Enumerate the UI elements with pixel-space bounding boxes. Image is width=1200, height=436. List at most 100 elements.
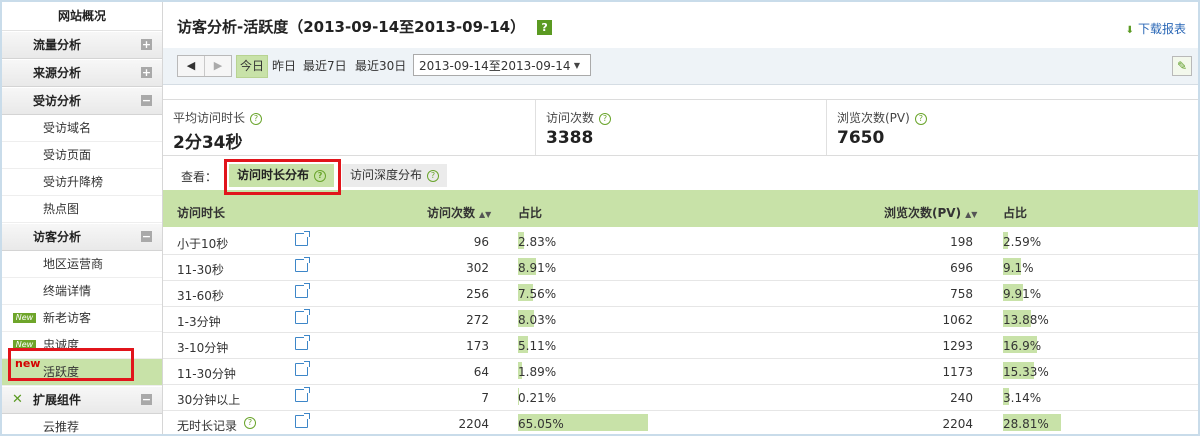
- pv-share-value: 2.59%: [1003, 235, 1042, 249]
- external-link-icon[interactable]: [295, 309, 310, 324]
- pv-share-value: 9.91%: [1003, 287, 1042, 301]
- new-badge: New: [13, 313, 36, 323]
- help-icon[interactable]: ?: [537, 20, 553, 35]
- column-header-label: 浏览次数(PV): [884, 206, 962, 220]
- collapse-icon[interactable]: −: [141, 95, 152, 106]
- help-icon[interactable]: ?: [599, 113, 612, 125]
- pageviews-value: 198: [950, 235, 973, 249]
- title-bar: 访客分析-活跃度（2013-09-14至2013-09-14）? ⬇ 下载报表: [163, 2, 1198, 49]
- sidebar-item-label: 终端详情: [43, 284, 92, 298]
- sidebar-section-extensions[interactable]: ✕ 扩展组件 −: [2, 386, 162, 414]
- range-yesterday-button[interactable]: 昨日: [272, 56, 296, 77]
- table-row: 3-10分钟 173 5.11% 1293 16.9%: [163, 332, 1198, 359]
- visits-value: 272: [466, 313, 489, 327]
- column-header-label: 访问次数: [427, 206, 476, 220]
- sidebar-item-label: 新老访客: [43, 311, 92, 325]
- external-link-icon[interactable]: [295, 361, 310, 376]
- pageviews-value: 240: [950, 391, 973, 405]
- expand-icon[interactable]: +: [141, 39, 152, 50]
- column-header-visits[interactable]: 访问次数 ▲▼: [427, 204, 491, 221]
- sidebar-item-new-returning[interactable]: New 新老访客: [2, 305, 162, 332]
- help-icon[interactable]: ?: [427, 170, 440, 182]
- sidebar-item-visited-domain[interactable]: 受访域名: [2, 115, 162, 142]
- download-icon: ⬇: [1125, 25, 1134, 36]
- kpi-value: 7650: [837, 128, 885, 148]
- visit-share-value: 7.56%: [518, 287, 557, 301]
- kpi-avg-duration: 平均访问时长? 2分34秒: [163, 100, 536, 155]
- column-header-visit-share: 占比: [518, 206, 543, 220]
- sidebar-item-rank-change[interactable]: 受访升降榜: [2, 169, 162, 196]
- kpi-pageviews: 浏览次数(PV)? 7650: [827, 100, 1197, 155]
- highlight-box-tab: [224, 159, 341, 195]
- expand-icon[interactable]: +: [141, 67, 152, 78]
- sort-icon: ▲▼: [479, 210, 492, 219]
- external-link-icon[interactable]: [295, 283, 310, 298]
- range-30days-button[interactable]: 最近30日: [355, 56, 406, 77]
- pv-share-value: 28.81%: [1003, 417, 1049, 431]
- visit-share-value: 8.91%: [518, 261, 557, 275]
- external-link-icon[interactable]: [295, 413, 310, 428]
- visits-value: 173: [466, 339, 489, 353]
- sidebar-item-region-carrier[interactable]: 地区运营商: [2, 251, 162, 278]
- external-link-icon[interactable]: [295, 335, 310, 350]
- external-link-icon[interactable]: [295, 231, 310, 246]
- range-7days-button[interactable]: 最近7日: [303, 56, 347, 77]
- external-link-icon[interactable]: [295, 387, 310, 402]
- sidebar-section-label: 访客分析: [33, 230, 82, 244]
- kpi-label: 平均访问时长?: [173, 109, 263, 126]
- prev-period-button[interactable]: ◀: [178, 56, 204, 76]
- download-report-link[interactable]: ⬇ 下载报表: [1126, 20, 1186, 37]
- column-header-pageviews[interactable]: 浏览次数(PV) ▲▼: [884, 204, 977, 221]
- tab-label: 访问深度分布: [350, 168, 423, 182]
- pageviews-value: 758: [950, 287, 973, 301]
- duration-label: 3-10分钟: [177, 341, 229, 355]
- visits-value: 7: [481, 391, 489, 405]
- collapse-icon[interactable]: −: [141, 394, 152, 405]
- visit-share-value: 5.11%: [518, 339, 557, 353]
- sidebar-section-visited[interactable]: 受访分析 −: [2, 87, 162, 115]
- pin-icon[interactable]: ✎: [1172, 56, 1192, 76]
- pv-share-value: 13.88%: [1003, 313, 1049, 327]
- kpi-visits: 访问次数? 3388: [536, 100, 827, 155]
- page-title-text: 访客分析-活跃度（2013-09-14至2013-09-14）: [177, 18, 526, 36]
- table-row: 11-30秒 302 8.91% 696 9.1%: [163, 254, 1198, 281]
- sidebar-section-visitor[interactable]: 访客分析 −: [2, 223, 162, 251]
- visit-share-value: 65.05%: [518, 417, 564, 431]
- help-icon[interactable]: ?: [244, 417, 256, 429]
- pv-share-value: 3.14%: [1003, 391, 1042, 405]
- column-header-duration: 访问时长: [177, 206, 226, 220]
- table-row: 31-60秒 256 7.56% 758 9.91%: [163, 280, 1198, 307]
- range-today-button[interactable]: 今日: [236, 55, 269, 78]
- duration-label: 30分钟以上: [177, 393, 241, 407]
- page-title: 访客分析-活跃度（2013-09-14至2013-09-14）?: [177, 16, 553, 37]
- kpi-label-text: 访问次数: [546, 111, 595, 125]
- main-content: 访客分析-活跃度（2013-09-14至2013-09-14）? ⬇ 下载报表 ◀…: [163, 2, 1198, 434]
- tab-depth-distribution[interactable]: 访问深度分布?: [342, 164, 448, 187]
- kpi-value: 3388: [546, 128, 594, 148]
- view-label: 查看：: [181, 170, 218, 184]
- visits-value: 302: [466, 261, 489, 275]
- pageviews-value: 1173: [942, 365, 973, 379]
- visits-value: 64: [473, 365, 489, 379]
- sidebar-item-overview[interactable]: 网站概况: [2, 2, 162, 31]
- next-period-button[interactable]: ▶: [204, 56, 231, 76]
- sidebar-item-cloud-recommend[interactable]: 云推荐: [2, 414, 162, 434]
- download-label: 下载报表: [1137, 22, 1186, 36]
- sidebar-item-heatmap[interactable]: 热点图: [2, 196, 162, 223]
- external-link-icon[interactable]: [295, 257, 310, 272]
- sidebar-item-visited-pages[interactable]: 受访页面: [2, 142, 162, 169]
- help-icon[interactable]: ?: [914, 113, 927, 125]
- date-range-select[interactable]: 2013-09-14至2013-09-14 ▼: [413, 54, 591, 76]
- pageviews-value: 1293: [942, 339, 973, 353]
- collapse-icon[interactable]: −: [141, 231, 152, 242]
- highlight-box-activity: [8, 348, 134, 381]
- sidebar-item-terminal[interactable]: 终端详情: [2, 278, 162, 305]
- period-nav: ◀ ▶: [177, 55, 232, 77]
- duration-label: 11-30分钟: [177, 367, 236, 381]
- sidebar-section-label: 扩展组件: [33, 393, 82, 407]
- sidebar-section-label: 流量分析: [33, 38, 82, 52]
- pv-share-value: 9.1%: [1003, 261, 1034, 275]
- sidebar-section-traffic[interactable]: 流量分析 +: [2, 31, 162, 59]
- help-icon[interactable]: ?: [250, 113, 263, 125]
- sidebar-section-source[interactable]: 来源分析 +: [2, 59, 162, 87]
